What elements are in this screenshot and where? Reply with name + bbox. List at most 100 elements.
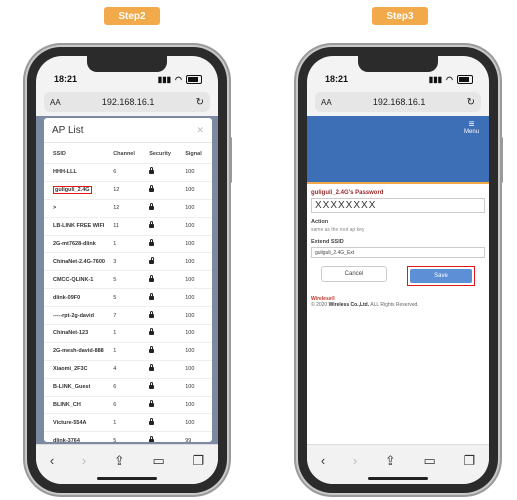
text-size-button[interactable]: AA	[50, 98, 61, 107]
bookmarks-icon[interactable]: ▭	[424, 453, 436, 469]
ssid-cell[interactable]: 2G-mesh-david-888	[44, 341, 112, 361]
share-icon[interactable]: ⇪	[385, 453, 396, 469]
channel-cell: 5	[111, 288, 148, 307]
address-bar[interactable]: AA 192.168.16.1 ↻	[315, 92, 481, 112]
lock-icon	[149, 310, 155, 318]
ssid-cell[interactable]: CMCC-QLINK-1	[44, 270, 112, 289]
table-row[interactable]: ChinaNet-123 1 100	[44, 324, 212, 343]
channel-cell: 1	[111, 341, 148, 361]
password-label: guliguli_2.4G's Password	[311, 190, 384, 196]
channel-cell: 1	[111, 413, 148, 432]
ssid-cell[interactable]: >	[44, 198, 112, 218]
url-text[interactable]: 192.168.16.1	[102, 97, 155, 107]
table-row[interactable]: B-LINK_Guest 6 100	[44, 377, 212, 397]
column-signal: Signal	[185, 151, 202, 157]
channel-cell: 6	[111, 377, 148, 397]
ssid-text: 2G-mt7628-dlink	[53, 241, 96, 247]
menu-label: Menu	[463, 129, 479, 135]
modal-title: AP List	[52, 124, 84, 136]
ssid-cell[interactable]: Victure-554A	[44, 413, 112, 432]
save-button[interactable]: Save	[410, 269, 472, 283]
table-row[interactable]: dlink-09F0 5 100	[44, 288, 212, 307]
table-row[interactable]: guliguli_2.4G 12 100	[44, 180, 212, 200]
back-icon[interactable]: ‹	[321, 453, 325, 468]
url-text[interactable]: 192.168.16.1	[373, 97, 426, 107]
table-row[interactable]: LB-LINK FREE WIFI 11 100	[44, 216, 212, 236]
table-row[interactable]: Victure-554A 1 100	[44, 413, 212, 432]
channel-cell: 5	[111, 431, 148, 442]
close-icon[interactable]: ✕	[196, 125, 204, 136]
action-option[interactable]: same as the root ap key	[311, 227, 485, 233]
back-icon[interactable]: ‹	[50, 453, 54, 468]
ssid-cell[interactable]: HHH-LLL	[44, 163, 112, 182]
extend-ssid-field[interactable]: guliguli_2.4G_Ext	[311, 247, 485, 258]
ssid-cell[interactable]: ChinaNet-123	[44, 324, 112, 343]
security-cell	[147, 359, 184, 379]
page-footer: Wireless® © 2020 Wireless Co.,Ltd. ALL R…	[307, 296, 489, 308]
security-cell	[147, 377, 184, 397]
home-indicator	[97, 477, 157, 480]
ssid-cell[interactable]: dlink-3764	[44, 431, 112, 442]
button-row: Cancel Save	[311, 266, 485, 286]
ssid-cell[interactable]: -----rpt-2g-david	[44, 306, 112, 325]
signal-cell: 100	[183, 216, 212, 236]
security-cell	[147, 234, 184, 253]
reload-icon[interactable]: ↻	[196, 97, 204, 108]
security-cell	[147, 306, 184, 325]
ssid-text: ChinaNet-2.4G-7600	[53, 258, 105, 265]
ssid-cell[interactable]: LB-LINK FREE WIFI	[44, 216, 112, 236]
share-icon[interactable]: ⇪	[114, 453, 125, 469]
bookmarks-icon[interactable]: ▭	[153, 453, 165, 469]
ssid-text: dlink-09F0	[53, 294, 81, 301]
signal-cell: 100	[183, 324, 212, 343]
forward-icon[interactable]: ›	[353, 453, 357, 468]
battery-icon	[457, 75, 473, 84]
ssid-cell[interactable]: 2G-mt7628-dlink	[44, 234, 112, 253]
table-row[interactable]: dlink-3764 5 99	[44, 431, 212, 442]
footer-company: Wireless Co.,Ltd.	[328, 302, 370, 308]
security-cell	[147, 341, 184, 361]
ssid-cell[interactable]: Xiaomi_2F3C	[44, 359, 112, 379]
table-row[interactable]: 2G-mesh-david-888 1 100	[44, 341, 212, 361]
channel-cell: 12	[111, 180, 148, 200]
tabs-icon[interactable]: ❐	[463, 453, 475, 469]
signal-cell: 100	[183, 341, 212, 361]
ssid-text: ChinaNet-123	[53, 330, 89, 337]
table-row[interactable]: Xiaomi_2F3C 4 100	[44, 359, 212, 379]
signal-cell: 100	[183, 395, 212, 414]
wifi-icon: ◠	[175, 75, 182, 84]
ssid-text: -----rpt-2g-david	[53, 312, 94, 319]
password-field[interactable]: XXXXXXXX	[311, 198, 485, 213]
channel-cell: 1	[111, 234, 148, 253]
table-row[interactable]: BLINK_CH 6 100	[44, 395, 212, 414]
channel-cell: 7	[111, 306, 148, 325]
ap-list-modal: AP List ✕ SSID Channel Security Signal H…	[44, 118, 212, 442]
table-row[interactable]: >12 100	[44, 198, 212, 218]
wifi-icon: ◠	[446, 75, 453, 84]
table-row[interactable]: 2G-mt7628-dlink 1 100	[44, 234, 212, 253]
phone-left-screen: 18:21 ▮▮▮ ◠ AA 192.168.16.1 ↻ AP List ✕ …	[36, 56, 218, 484]
ssid-cell[interactable]: ChinaNet-2.4G-7600	[44, 252, 112, 271]
table-row[interactable]: -----rpt-2g-david 7 100	[44, 306, 212, 325]
address-bar[interactable]: AA 192.168.16.1 ↻	[44, 92, 210, 112]
lock-icon	[149, 221, 155, 229]
ssid-cell[interactable]: guliguli_2.4G	[44, 180, 112, 200]
lock-icon	[149, 364, 155, 372]
table-row[interactable]: CMCC-QLINK-1 5 100	[44, 270, 212, 289]
signal-cell: 100	[183, 234, 212, 253]
table-row[interactable]: ChinaNet-2.4G-7600 3 100	[44, 252, 212, 271]
forward-icon[interactable]: ›	[82, 453, 86, 468]
text-size-button[interactable]: AA	[321, 98, 332, 107]
ssid-cell[interactable]: B-LINK_Guest	[44, 377, 112, 397]
table-row[interactable]: HHH-LLL 6 100	[44, 163, 212, 182]
reload-icon[interactable]: ↻	[467, 97, 475, 108]
hamburger-icon: ≡	[468, 119, 475, 130]
ssid-cell[interactable]: dlink-09F0	[44, 288, 112, 307]
cancel-button[interactable]: Cancel	[321, 266, 387, 282]
lock-icon	[149, 328, 155, 336]
ssid-text: CMCC-QLINK-1	[53, 276, 94, 283]
menu-button[interactable]: ≡ Menu	[463, 119, 479, 136]
ssid-cell[interactable]: BLINK_CH	[44, 395, 112, 414]
ssid-text: dlink-3764	[53, 437, 80, 442]
tabs-icon[interactable]: ❐	[192, 453, 204, 469]
